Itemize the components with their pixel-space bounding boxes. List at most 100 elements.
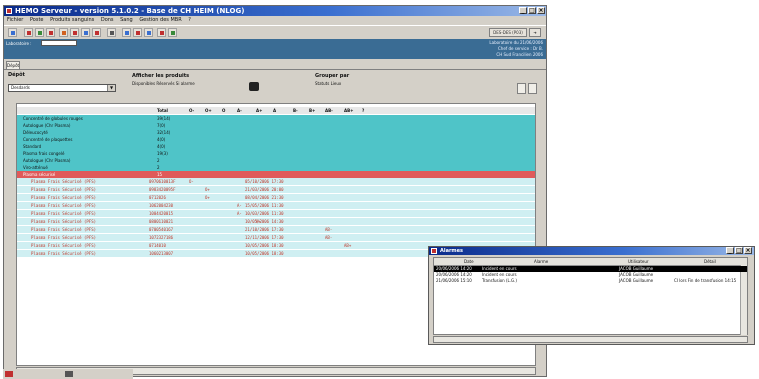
toolbar-bag2-button[interactable] xyxy=(70,28,79,37)
alarm-header-user[interactable]: Utilisateur xyxy=(628,258,649,265)
toolbar-print-button[interactable] xyxy=(107,28,116,37)
app-title: HEMO Serveur - version 5.1.0.2 - Base de… xyxy=(15,7,245,15)
product-date: 10/03/2006 11:30 xyxy=(245,211,284,216)
product-row[interactable]: Plasma Frais Sécurisé (PFS) 1062004230 A- 1… xyxy=(17,202,535,209)
grid-row[interactable]: Déleucocyté 32(14) xyxy=(17,129,535,136)
product-row[interactable]: Plasma Frais Sécurisé (PFS) 0800110021 A+ 1… xyxy=(17,218,535,225)
alarm-titlebar[interactable]: Alarmes _ □ × xyxy=(429,247,754,255)
grid-row-label: Viro-atténué xyxy=(23,165,48,170)
product-date: 15/05/2006 11:30 xyxy=(245,203,284,208)
toolbar-delete-button[interactable] xyxy=(46,28,55,37)
product-row[interactable]: Plasma Frais Sécurisé (PFS) 1004420015 A- 1… xyxy=(17,210,535,217)
toolbar-chart-button[interactable] xyxy=(157,28,166,37)
grid-row-label: Autologue (Chr Plasma) xyxy=(23,123,71,128)
panel-button-2[interactable] xyxy=(528,83,537,94)
product-group: A- xyxy=(237,203,242,208)
minimize-button[interactable]: _ xyxy=(519,7,527,14)
grid-col-header: A- xyxy=(237,108,242,113)
grid-row-label: Standard xyxy=(23,144,42,149)
product-date: 21/03/2006 20:00 xyxy=(245,187,284,192)
menu-sang[interactable]: Sang xyxy=(120,17,133,23)
alarm-header-date[interactable]: Date xyxy=(464,258,474,265)
taskbar-item-icon[interactable] xyxy=(65,371,73,377)
close-button[interactable]: × xyxy=(537,7,545,14)
menu-dons[interactable]: Dons xyxy=(101,17,114,23)
show-label: Afficher les produits xyxy=(132,73,190,79)
grid-row-label: Plasma sécurisé xyxy=(23,172,56,177)
grid-row[interactable]: Concentré de globules rouges 39(14) xyxy=(17,115,535,122)
toolbar-bag3-button[interactable] xyxy=(81,28,90,37)
toolbar-edit-button[interactable] xyxy=(35,28,44,37)
product-row[interactable]: Plasma Frais Sécurisé (PFS) 0970610013F O-… xyxy=(17,178,535,185)
product-date: 08/04/2006 21:30 xyxy=(245,195,284,200)
menu-help[interactable]: ? xyxy=(188,17,191,23)
maximize-button[interactable]: □ xyxy=(528,7,536,14)
alarm-header-detail[interactable]: Détail xyxy=(704,258,716,265)
menu-produits[interactable]: Produits sanguins xyxy=(50,17,94,23)
info-line-2: Chef de service : Dr B. xyxy=(498,46,543,51)
toolbar-bag-button[interactable] xyxy=(59,28,68,37)
group-options[interactable]: Statuts Lieux xyxy=(315,81,341,86)
menu-fichier[interactable]: Fichier xyxy=(7,17,23,23)
grid-row[interactable]: Concentré de plaquettes 4(0) xyxy=(17,136,535,143)
product-row[interactable]: Plasma Frais Sécurisé (PFS) 0712026 O+ 08/0… xyxy=(17,194,535,201)
product-row[interactable]: Plasma Frais Sécurisé (PFS) 0983420095F O+… xyxy=(17,186,535,193)
alarm-name: Transfusion (L.G.) xyxy=(482,278,517,283)
lab-label: Laboratoire : xyxy=(6,41,32,46)
product-group: O+ xyxy=(205,195,210,200)
alarm-maximize-button[interactable]: □ xyxy=(735,247,743,254)
alarm-table: Date Alarme Utilisateur Détail 20/06/200… xyxy=(433,257,748,335)
tab-depot[interactable]: Dépôt xyxy=(6,61,20,69)
depot-select[interactable]: Desdards ▼ xyxy=(8,84,116,92)
alarm-horizontal-scrollbar[interactable] xyxy=(433,336,748,343)
menu-poste[interactable]: Poste xyxy=(30,17,44,23)
product-row[interactable]: Plasma Frais Sécurisé (PFS) 1072327186 AB-… xyxy=(17,234,535,241)
grid-row[interactable]: Viro-atténué 2 xyxy=(17,164,535,171)
alarm-detail: CI lors Fin de transfusion 14:15 xyxy=(674,278,737,283)
product-date: 10/05/2006 18:30 xyxy=(245,243,284,248)
chevron-down-icon[interactable]: ▼ xyxy=(107,85,115,91)
grid-row[interactable]: Plasma frais congelé 19(3) xyxy=(17,150,535,157)
product-row[interactable]: Plasma Frais Sécurisé (PFS) 0700540167 AB-… xyxy=(17,226,535,233)
grid-row-total: 2 xyxy=(157,158,160,163)
product-date: 10/05/2006 18:30 xyxy=(245,251,284,256)
alarm-row[interactable]: 21/06/2006 15:10 Transfusion (L.G.) JACOB … xyxy=(434,278,747,284)
lab-input[interactable] xyxy=(41,40,77,46)
product-date: 05/10/2006 17:30 xyxy=(245,179,284,184)
grid-header: Total O- O+ O A- A+ A B- B+ AB- AB+? xyxy=(17,107,535,114)
site-badge[interactable]: DES-DES (P03) xyxy=(489,28,527,37)
product-date: 21/10/2006 17:30 xyxy=(245,227,284,232)
grid-row[interactable]: Autologue (Chr Plasma) 7(0) xyxy=(17,122,535,129)
grid-row[interactable]: Plasma sécurisé 15 xyxy=(17,171,535,178)
alarm-close-button[interactable]: × xyxy=(744,247,752,254)
alarm-table-header: Date Alarme Utilisateur Détail xyxy=(434,258,747,266)
grid-row-total: 15 xyxy=(157,172,163,177)
alarm-minimize-button[interactable]: _ xyxy=(726,247,734,254)
alarm-icon xyxy=(431,248,437,254)
grid-col-header: B- xyxy=(293,108,298,113)
grid-row[interactable]: Autologue (Chr Plasma) 2 xyxy=(17,157,535,164)
taskbar-app-icon[interactable] xyxy=(5,371,13,377)
grid-row[interactable]: Standard 4(0) xyxy=(17,143,535,150)
alarm-header-alarm[interactable]: Alarme xyxy=(534,258,548,265)
toolbar-bag4-button[interactable] xyxy=(92,28,101,37)
main-titlebar[interactable]: HEMO Serveur - version 5.1.0.2 - Base de… xyxy=(4,6,546,16)
panel-button-1[interactable] xyxy=(517,83,526,94)
toolbar-export-button[interactable] xyxy=(168,28,177,37)
show-options[interactable]: Disponibles Réservés Si alarme xyxy=(132,81,195,86)
binoculars-icon[interactable] xyxy=(249,82,259,91)
product-group: AB- xyxy=(325,235,333,240)
product-number: 1004420015 xyxy=(149,211,174,216)
product-name: Plasma Frais Sécurisé (PFS) xyxy=(31,203,97,208)
toolbar-doc3-button[interactable] xyxy=(144,28,153,37)
grid-row-label: Concentré de globules rouges xyxy=(23,116,83,121)
toolbar-doc-button[interactable] xyxy=(122,28,131,37)
menu-gestion[interactable]: Gestion des MBR xyxy=(139,17,181,23)
toolbar-doc2-button[interactable] xyxy=(133,28,142,37)
toolbar-new-button[interactable] xyxy=(8,28,17,37)
product-number: 0970610013F xyxy=(149,179,176,184)
arrow-icon[interactable]: ➜ xyxy=(529,28,541,37)
toolbar-tube-button[interactable] xyxy=(24,28,33,37)
grid-col-header: Total xyxy=(157,108,168,113)
info-strip: Laboratoire : Laboratoire du 21/06/2006 … xyxy=(4,39,546,59)
